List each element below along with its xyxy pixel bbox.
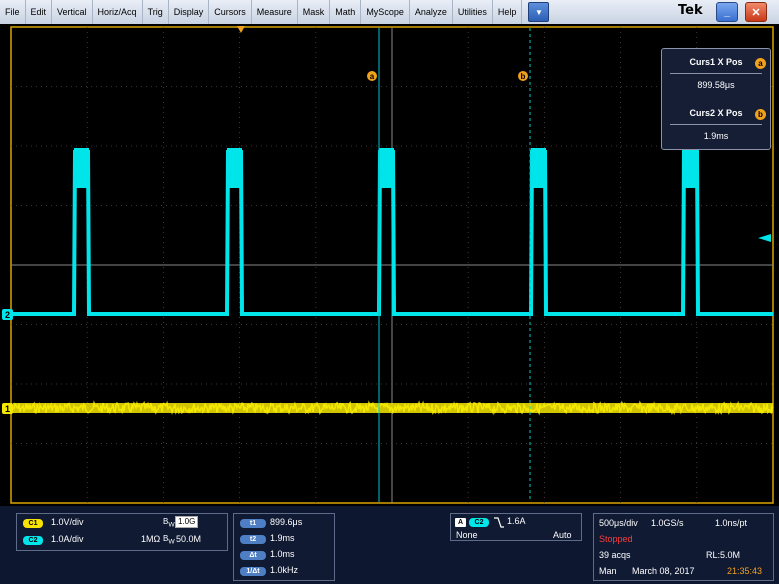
menu-edit[interactable]: Edit (26, 0, 53, 24)
cursor2-divider (670, 124, 762, 125)
menu-myscope[interactable]: MyScope (361, 0, 410, 24)
t2-value: 1.9ms (270, 533, 295, 543)
acq-count: 39 acqs (599, 550, 631, 560)
inv-delta-t-value: 1.0kHz (270, 565, 299, 575)
ch2-pulse-top (531, 148, 546, 188)
ch2-pulse-top (74, 148, 89, 188)
menu-file[interactable]: File (0, 0, 26, 24)
trigger-level: 1.6A (507, 516, 526, 526)
t2-key: t2 (240, 535, 266, 544)
ch2-pulse-top (379, 148, 394, 188)
cursor2-badge-icon: b (755, 109, 766, 120)
acquisition-box[interactable]: 500μs/div 1.0GS/s 1.0ns/pt Stopped 39 ac… (593, 513, 774, 581)
status-panel: C1 1.0V/div BW 1.0G C2 1.0A/div 1MΩ BW 5… (0, 506, 779, 584)
inv-delta-t-key: 1/Δt (240, 567, 266, 576)
menu-mask[interactable]: Mask (298, 0, 331, 24)
trigger-source-chip: C2 (469, 518, 489, 527)
delta-t-key: Δt (240, 551, 266, 560)
ch1-bandwidth: 1.0G (175, 516, 199, 528)
falling-edge-icon (494, 517, 504, 528)
trigger-coupling: None (456, 530, 478, 540)
menu-horiz-acq[interactable]: Horiz/Acq (93, 0, 143, 24)
ch2-pulse-top (683, 148, 698, 188)
cursor2-label: Curs2 X Pos (689, 108, 743, 118)
resolution: 1.0ns/pt (715, 518, 748, 528)
trigger-mode-chip: A (455, 518, 466, 527)
menu-trig[interactable]: Trig (143, 0, 169, 24)
menu-bar: File Edit Vertical Horiz/Acq Trig Displa… (0, 0, 779, 25)
ch2-ground-label: 2 (5, 310, 10, 320)
ch1-waveform (12, 400, 774, 416)
cursor2-value: 1.9ms (703, 131, 729, 141)
cursor1-label: Curs1 X Pos (689, 57, 743, 67)
menu-display[interactable]: Display (169, 0, 210, 24)
acquisition-state: Stopped (599, 534, 633, 544)
menu-measure[interactable]: Measure (252, 0, 298, 24)
cursor-measurement-table[interactable]: t1 899.6μs t2 1.9ms Δt 1.0ms 1/Δt 1.0kHz (233, 513, 335, 581)
menu-analyze[interactable]: Analyze (410, 0, 453, 24)
menu-cursors[interactable]: Cursors (209, 0, 252, 24)
cursor1-divider (670, 73, 762, 74)
cursor-b-tag: b (521, 72, 526, 81)
cursor-readout-panel[interactable]: Curs1 X Pos a 899.58μs Curs2 X Pos b 1.9… (661, 48, 771, 150)
channel-settings-box[interactable]: C1 1.0V/div BW 1.0G C2 1.0A/div 1MΩ BW 5… (16, 513, 228, 551)
time: 21:35:43 (727, 566, 763, 576)
timebase: 500μs/div (599, 518, 638, 528)
menu-help[interactable]: Help (493, 0, 523, 24)
ch1-scale: 1.0V/div (51, 517, 84, 527)
trigger-settings-box[interactable]: A C2 1.6A None Auto (450, 513, 582, 541)
cursor1-badge-icon: a (755, 58, 766, 69)
tek-logo: Tek (678, 3, 703, 18)
ch1-chip[interactable]: C1 (23, 519, 43, 528)
minimize-button[interactable]: _ (716, 2, 738, 22)
close-button[interactable]: ✕ (745, 2, 767, 22)
ch2-bandwidth: 50.0M (176, 534, 202, 544)
t1-value: 899.6μs (270, 517, 303, 527)
t1-key: t1 (240, 519, 266, 528)
acq-mode: Man (599, 566, 617, 576)
trigger-sweep: Auto (553, 530, 572, 540)
record-length: RL:5.0M (706, 550, 741, 560)
ch2-scale: 1.0A/div (51, 534, 84, 544)
ch2-chip[interactable]: C2 (23, 536, 43, 545)
ch2-pulse-top (227, 148, 242, 188)
menu-utilities[interactable]: Utilities (453, 0, 493, 24)
delta-t-value: 1.0ms (270, 549, 295, 559)
ch1-ground-label: 1 (5, 404, 10, 414)
cursor-a-tag: a (370, 72, 375, 81)
ch1-bw-label: BW (163, 517, 175, 529)
menu-dropdown-button[interactable]: ▼ (528, 2, 550, 22)
sample-rate: 1.0GS/s (651, 518, 684, 528)
date: March 08, 2017 (632, 566, 695, 576)
ch2-impedance: 1MΩ (141, 534, 161, 544)
cursor1-value: 899.58μs (697, 80, 735, 90)
menu-vertical[interactable]: Vertical (52, 0, 93, 24)
ch2-bw-label: BW (163, 534, 175, 546)
menu-math[interactable]: Math (330, 0, 362, 24)
